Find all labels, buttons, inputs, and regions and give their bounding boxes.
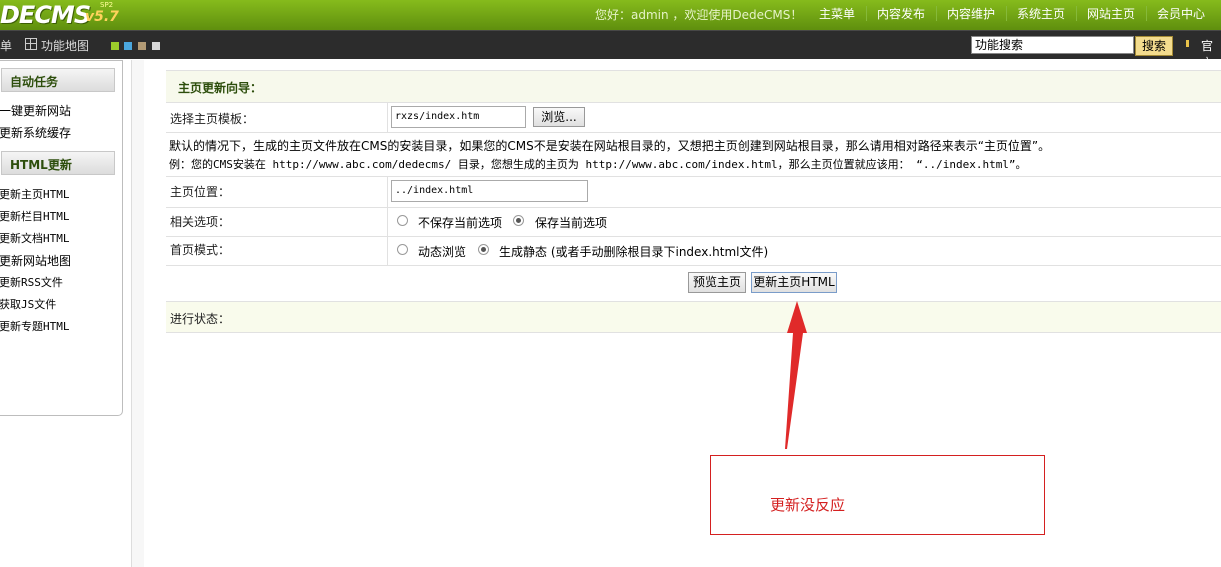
annotation-text: 更新没反应 [770,496,846,514]
annotation-arrow [785,301,807,449]
annotation-overlay [710,301,1045,535]
annotation-box [710,455,1045,535]
